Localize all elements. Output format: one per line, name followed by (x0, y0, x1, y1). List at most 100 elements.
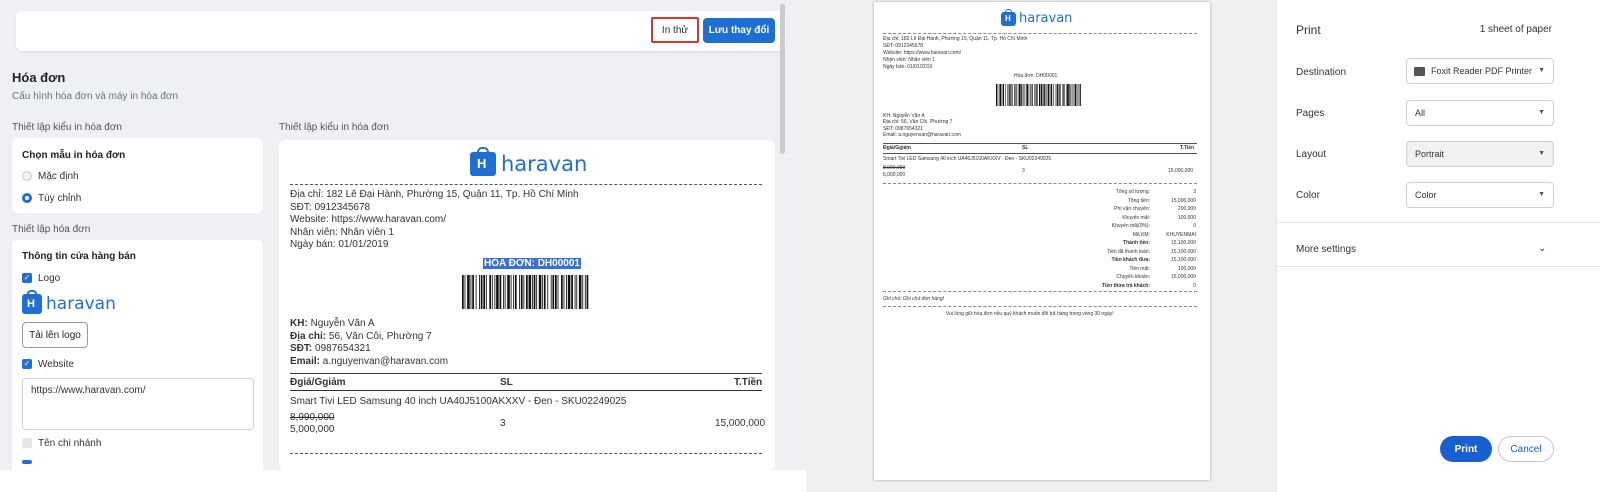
color-select[interactable]: Color ▼ (1406, 182, 1554, 208)
col-header-qty: SL (500, 377, 513, 388)
sheet-footer: Vui lòng giữ hóa đơn nếu quý khách muốn … (946, 311, 1114, 317)
logo-checkbox[interactable]: ✓ (22, 273, 32, 283)
divider-dashed (290, 453, 762, 454)
sheet-col-qty: SL (1022, 145, 1029, 151)
sheet-item-name: Smart Tivi LED Samsung 40 inch UA40J5100… (883, 156, 1052, 162)
summary-value: 15,000,000 (1170, 197, 1196, 204)
summary-label: Tiền thừa trả khách: (1102, 282, 1150, 289)
sheet-invoice-number: Hóa đơn: DH00001 (1014, 73, 1058, 79)
section-label-invoice: Thiết lập hóa đơn (12, 224, 91, 235)
branch-checkbox[interactable] (22, 438, 32, 448)
item-total: 15,000,000 (715, 418, 766, 429)
table-header-rule (290, 390, 762, 391)
destination-label: Destination (1296, 67, 1347, 78)
color-value: Color (1415, 190, 1437, 200)
website-input[interactable]: https://www.haravan.com/ (22, 378, 254, 430)
summary-value: 0 (1193, 223, 1196, 229)
template-card-title: Chọn mẫu in hóa đơn (22, 150, 126, 161)
sheet-logo-wordmark: haravan (1019, 11, 1073, 26)
item-name: Smart Tivi LED Samsung 40 inch UA40J5100… (290, 396, 627, 407)
cancel-button[interactable]: Cancel (1498, 436, 1554, 462)
sheet-customer-email: Email: a.nguyenvan@haravan.com (883, 132, 961, 138)
chevron-down-icon: ▼ (1538, 67, 1545, 74)
destination-value: Foxit Reader PDF Printer (1431, 66, 1533, 76)
logo-checkbox-label: Logo (38, 273, 61, 284)
chevron-down-icon[interactable]: ⌄ (1538, 243, 1546, 254)
summary-value: 100,000 (1177, 265, 1196, 272)
summary-label: Mã KM: (1132, 231, 1150, 238)
destination-select[interactable]: Foxit Reader PDF Printer ▼ (1406, 58, 1554, 84)
pages-value: All (1415, 108, 1426, 118)
store-website: Website: https://www.haravan.com/ (290, 214, 446, 225)
settings-divider (1276, 222, 1600, 223)
summary-value: 15,100,000 (1170, 257, 1196, 263)
summary-value: 15,100,000 (1170, 248, 1196, 255)
sheet-barcode (996, 84, 1081, 106)
summary-label: Khuyến mãi: (1122, 214, 1150, 221)
page-scrollbar[interactable] (780, 4, 785, 154)
printer-icon (1414, 67, 1425, 76)
page-title: Hóa đơn (12, 70, 66, 85)
summary-label: Chuyển khoản: (1116, 274, 1150, 280)
col-header-price: Đgiá/Ggiảm (290, 377, 346, 388)
test-print-button[interactable]: In thử (651, 17, 699, 43)
table-top-rule (290, 373, 762, 374)
haravan-bag-icon: H (1001, 8, 1016, 26)
radio-custom-label: Tùy chỉnh (38, 193, 82, 204)
chevron-down-icon: ▼ (1538, 191, 1545, 198)
invoice-number: HÓA ĐƠN: DH00001 (483, 258, 581, 269)
print-button[interactable]: Print (1440, 436, 1492, 462)
save-changes-button[interactable]: Lưu thay đổi (703, 18, 775, 43)
summary-value: 200,000 (1177, 206, 1196, 212)
summary-value: 100,000 (1177, 214, 1196, 221)
item-old-price: 8,990,000 (290, 412, 335, 423)
radio-custom[interactable] (22, 193, 32, 203)
item-qty: 3 (500, 418, 506, 429)
summary-label: Thành tiền: (1123, 240, 1150, 246)
summary-label: Tiền đã thanh toán: (1107, 248, 1150, 255)
staff-name: Nhân viên: Nhân viên 1 (290, 227, 394, 238)
haravan-bag-icon: H (470, 147, 496, 176)
layout-value: Portrait (1415, 149, 1445, 159)
summary-label: Tiền khách đưa: (1111, 257, 1150, 263)
invoice-barcode (462, 275, 589, 309)
radio-default-label: Mặc định (38, 171, 79, 182)
invoice-logo: H haravan (470, 147, 588, 176)
sheet-item-price: 5,000,000 (883, 172, 906, 178)
sheet-item-qty: 3 (1022, 168, 1025, 174)
color-label: Color (1296, 190, 1320, 201)
summary-label: Khuyến mãi(0%): (1111, 223, 1150, 229)
summary-value: KHUYENMAI (1166, 231, 1196, 238)
sheet-item-total: 15,000,000 (1168, 168, 1194, 174)
sheet-staff: Nhân viên: Nhân viên 1 (883, 57, 935, 63)
pages-select[interactable]: All ▼ (1406, 100, 1554, 126)
layout-label: Layout (1296, 149, 1327, 160)
radio-default[interactable] (22, 171, 32, 181)
invoice-logo-wordmark: haravan (501, 152, 588, 176)
sheet-table-rule (883, 143, 1197, 144)
summary-label: Tổng tiền: (1127, 197, 1150, 204)
settings-divider (1276, 266, 1600, 267)
sheet-col-price: Đgiá/Ggiảm (883, 145, 911, 151)
customer-phone: SĐT: 0987654321 (290, 343, 371, 354)
layout-select[interactable]: Portrait ▼ (1406, 141, 1554, 167)
summary-value: 0 (1193, 282, 1196, 289)
website-checkbox-label: Website (38, 359, 74, 370)
next-checkbox[interactable] (22, 460, 32, 464)
chevron-down-icon: ▼ (1538, 150, 1545, 157)
item-price: 5,000,000 (290, 424, 335, 435)
store-logo: H haravan (22, 290, 116, 314)
branch-checkbox-label: Tên chi nhánh (38, 438, 102, 449)
section-label-preview: Thiết lập kiểu in hóa đơn (279, 122, 389, 133)
sheet-item-old-price: 8,990,000 (883, 165, 906, 171)
customer-name: KH: Nguyễn Văn A (290, 318, 375, 329)
website-checkbox[interactable]: ✓ (22, 359, 32, 369)
upload-logo-button[interactable]: Tải lên logo (22, 322, 88, 348)
sheet-customer-address: Địa chỉ: 56, Văn Côi, Phường 7 (883, 119, 953, 125)
haravan-bag-icon: H (22, 290, 42, 314)
divider-dashed (290, 184, 762, 185)
sheet-divider (883, 183, 1197, 184)
more-settings-toggle[interactable]: More settings (1296, 244, 1356, 255)
sheet-table-rule (883, 153, 1197, 154)
customer-address: Địa chỉ: 56, Văn Côi, Phường 7 (290, 331, 432, 342)
